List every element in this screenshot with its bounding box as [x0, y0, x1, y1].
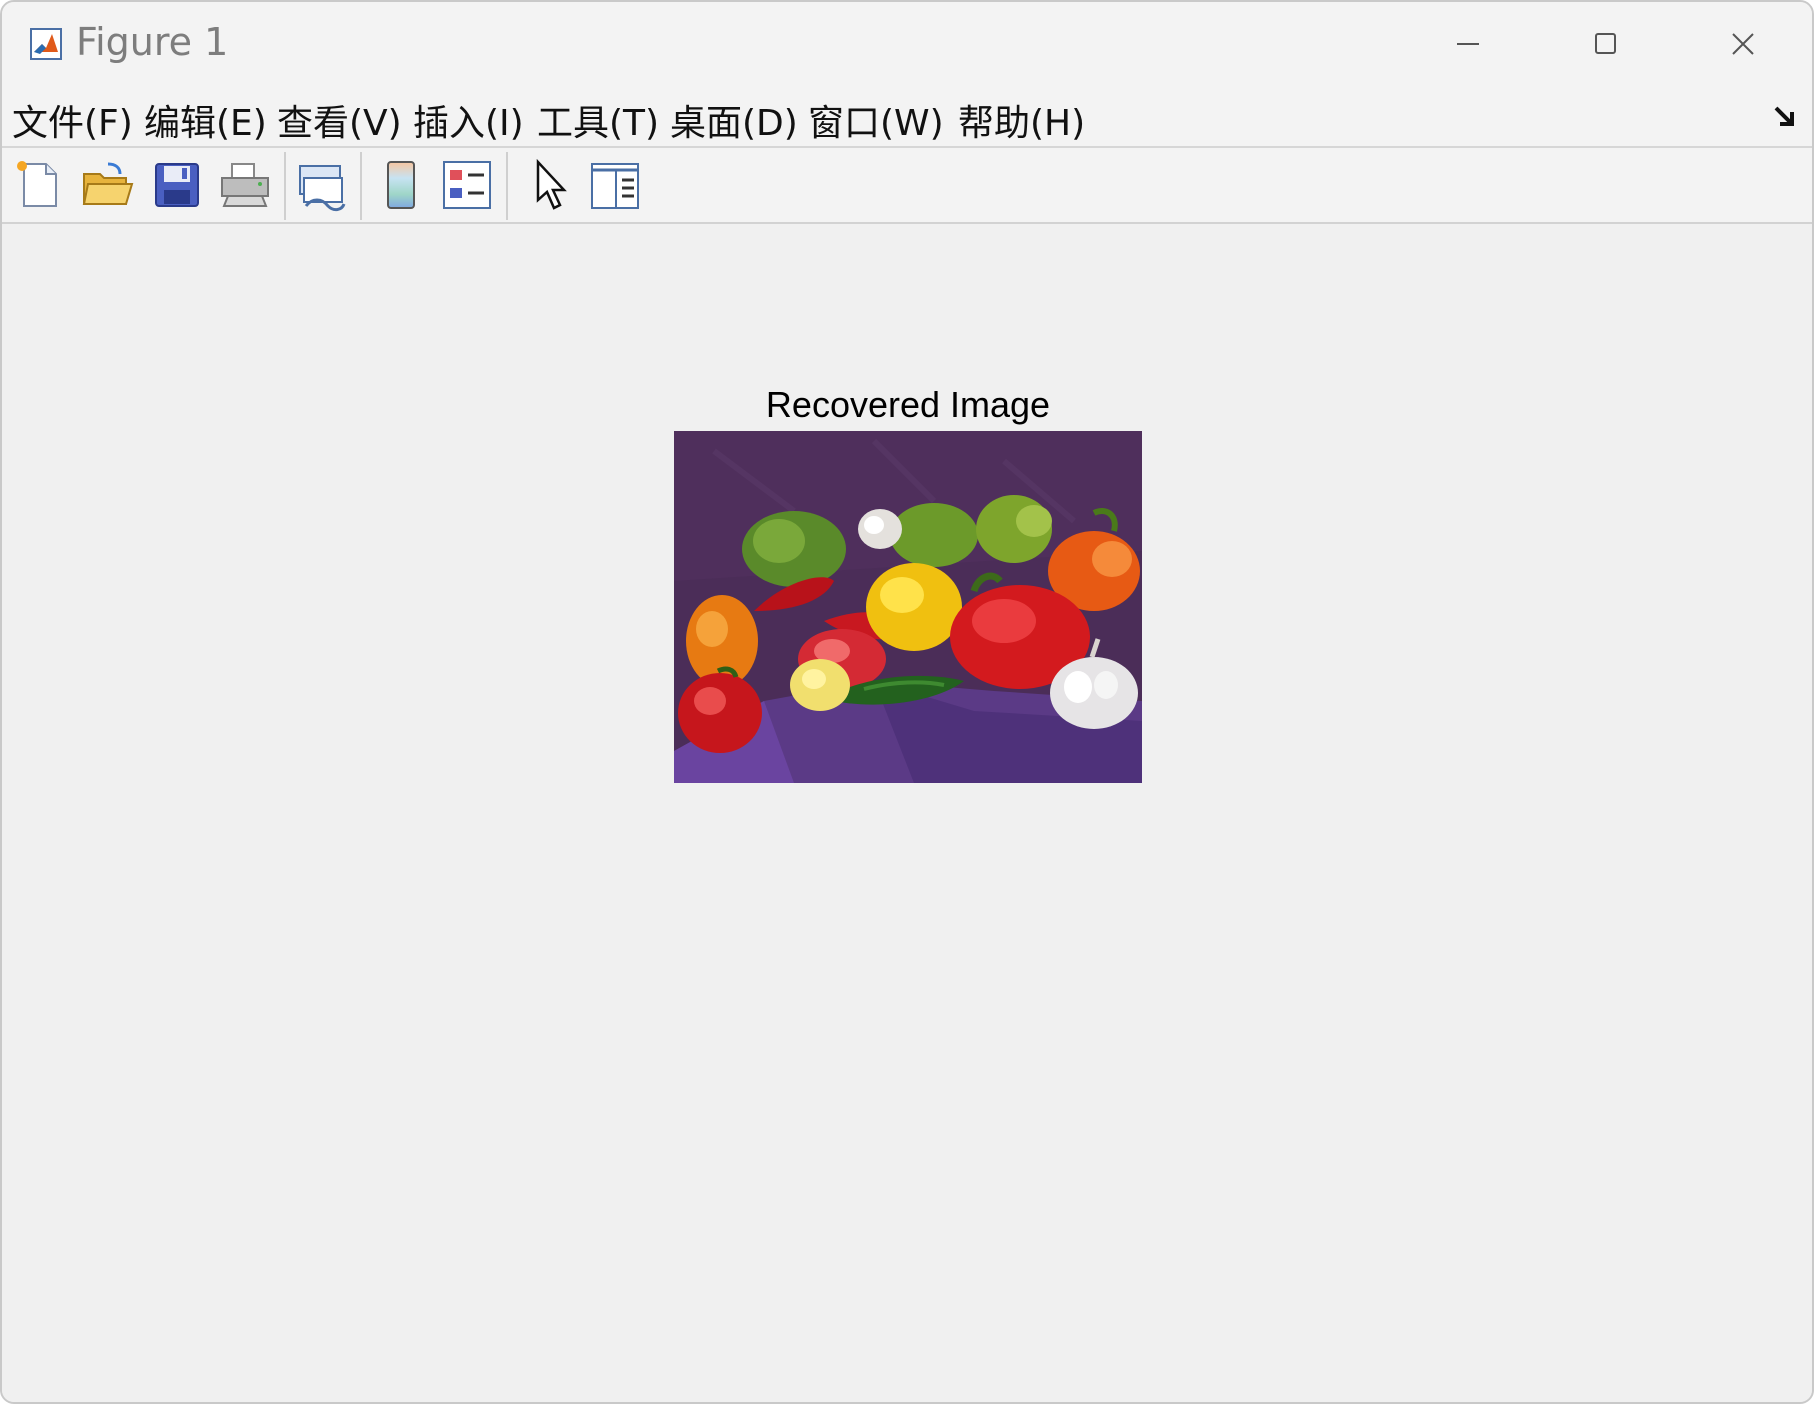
print-icon[interactable] — [216, 156, 274, 214]
colorbar-icon[interactable] — [372, 156, 430, 214]
figure-window: Figure 1 文件(F) 编辑(E) 查看(V) 插入(I) 工具(T) 桌… — [0, 0, 1814, 1404]
menu-edit[interactable]: 编辑(E) — [144, 94, 267, 146]
legend-icon[interactable] — [438, 156, 496, 214]
edit-plot-pointer-icon[interactable] — [520, 156, 578, 214]
menu-window[interactable]: 窗口(W) — [808, 94, 944, 146]
new-figure-icon[interactable] — [10, 156, 68, 214]
window-title: Figure 1 — [76, 20, 229, 64]
save-icon[interactable] — [148, 156, 206, 214]
link-plot-icon[interactable] — [292, 156, 350, 214]
dock-arrow-icon[interactable] — [1772, 102, 1802, 132]
figure-canvas[interactable]: Recovered Image — [2, 224, 1812, 1402]
open-folder-icon[interactable] — [78, 156, 136, 214]
peppers-image[interactable] — [674, 431, 1142, 783]
close-button[interactable] — [1713, 20, 1773, 68]
toolbar-separator — [284, 152, 286, 220]
figure-toolbar — [2, 148, 1812, 224]
toolbar-separator — [360, 152, 362, 220]
menu-view[interactable]: 查看(V) — [277, 94, 402, 146]
toolbar-separator — [506, 152, 508, 220]
menu-help[interactable]: 帮助(H) — [958, 94, 1085, 146]
menu-desktop[interactable]: 桌面(D) — [670, 94, 798, 146]
menu-bar: 文件(F) 编辑(E) 查看(V) 插入(I) 工具(T) 桌面(D) 窗口(W… — [2, 86, 1812, 148]
menu-insert[interactable]: 插入(I) — [413, 94, 524, 146]
title-bar[interactable]: Figure 1 — [2, 2, 1812, 86]
minimize-button[interactable] — [1438, 20, 1498, 68]
menu-file[interactable]: 文件(F) — [12, 94, 133, 146]
maximize-button[interactable] — [1575, 20, 1635, 68]
matlab-app-icon — [30, 28, 62, 60]
property-inspector-icon[interactable] — [586, 156, 644, 214]
menu-tools[interactable]: 工具(T) — [537, 94, 659, 146]
axes-title: Recovered Image — [765, 384, 1051, 425]
